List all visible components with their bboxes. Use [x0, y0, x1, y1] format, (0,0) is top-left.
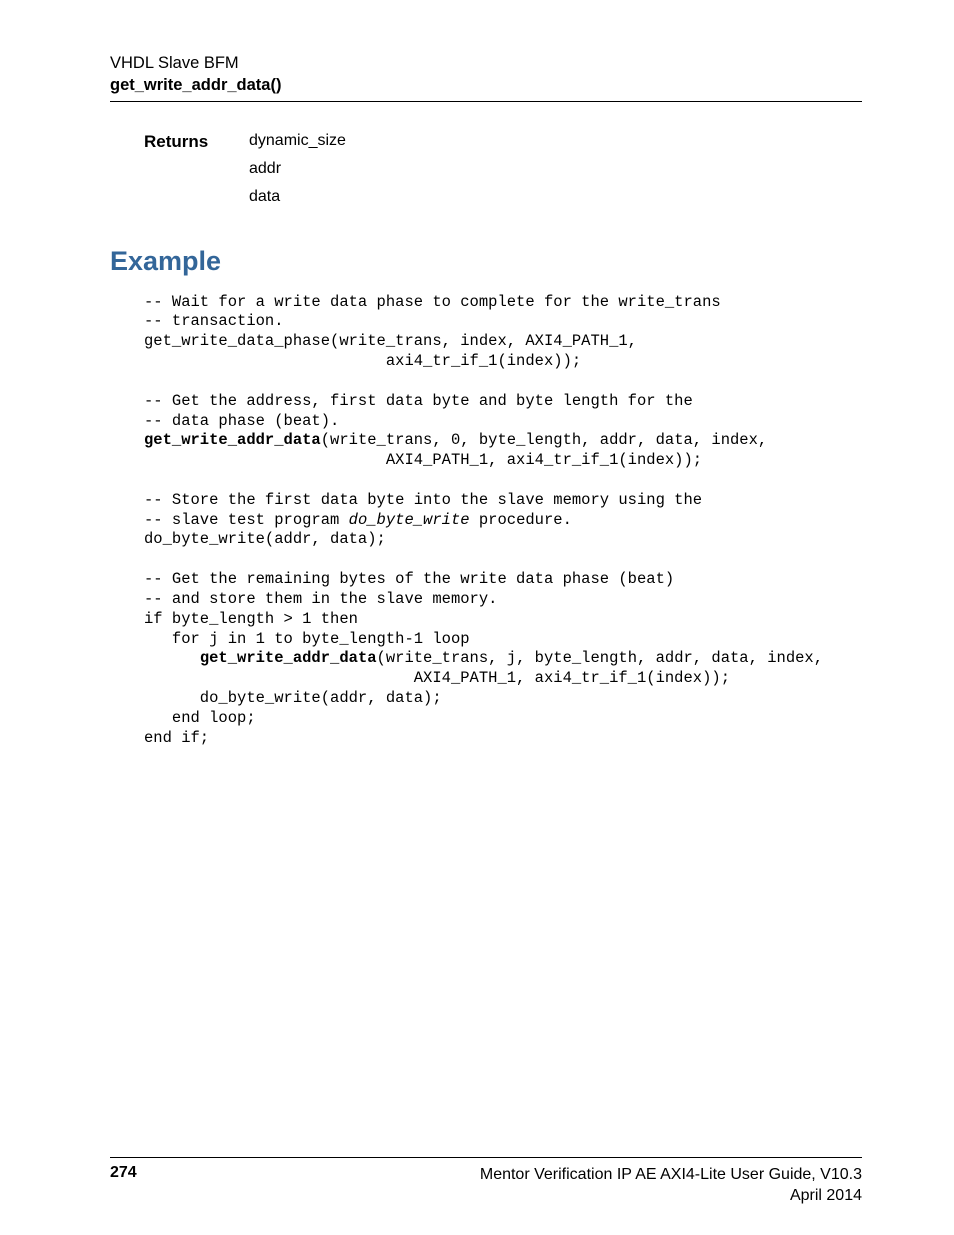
footer-right: Mentor Verification IP AE AXI4-Lite User… [480, 1164, 862, 1207]
code-line: end loop; [144, 709, 862, 729]
footer-guide-title: Mentor Verification IP AE AXI4-Lite User… [480, 1164, 862, 1186]
returns-label: Returns [144, 132, 249, 216]
code-line: AXI4_PATH_1, axi4_tr_if_1(index)); [144, 451, 862, 471]
code-line: get_write_data_phase(write_trans, index,… [144, 332, 862, 352]
page-container: VHDL Slave BFM get_write_addr_data() Ret… [0, 0, 954, 1235]
code-line [144, 550, 862, 570]
code-line: if byte_length > 1 then [144, 610, 862, 630]
code-line: end if; [144, 729, 862, 749]
page-header: VHDL Slave BFM get_write_addr_data() [110, 52, 862, 97]
header-rule [110, 101, 862, 102]
header-line1: VHDL Slave BFM [110, 52, 862, 74]
code-line: do_byte_write(addr, data); [144, 530, 862, 550]
returns-values: dynamic_size addr data [249, 132, 346, 216]
code-line: -- Get the remaining bytes of the write … [144, 570, 862, 590]
code-line: -- and store them in the slave memory. [144, 590, 862, 610]
page-footer: 274 Mentor Verification IP AE AXI4-Lite … [110, 1157, 862, 1207]
code-line [144, 471, 862, 491]
code-line: -- Get the address, first data byte and … [144, 392, 862, 412]
code-line: -- transaction. [144, 312, 862, 332]
code-line: get_write_addr_data(write_trans, 0, byte… [144, 431, 862, 451]
code-line: AXI4_PATH_1, axi4_tr_if_1(index)); [144, 669, 862, 689]
return-value: addr [249, 160, 346, 178]
code-block: -- Wait for a write data phase to comple… [144, 293, 862, 749]
code-line: -- Store the first data byte into the sl… [144, 491, 862, 511]
returns-section: Returns dynamic_size addr data [144, 132, 862, 216]
code-line: axi4_tr_if_1(index)); [144, 352, 862, 372]
code-line: get_write_addr_data(write_trans, j, byte… [144, 649, 862, 669]
code-line: -- data phase (beat). [144, 412, 862, 432]
example-heading: Example [110, 246, 862, 277]
code-line: -- slave test program do_byte_write proc… [144, 511, 862, 531]
header-line2: get_write_addr_data() [110, 74, 862, 96]
return-value: data [249, 188, 346, 206]
return-value: dynamic_size [249, 132, 346, 150]
footer-date: April 2014 [480, 1185, 862, 1207]
code-line: for j in 1 to byte_length-1 loop [144, 630, 862, 650]
code-line [144, 372, 862, 392]
page-number: 274 [110, 1164, 137, 1207]
code-line: do_byte_write(addr, data); [144, 689, 862, 709]
code-line: -- Wait for a write data phase to comple… [144, 293, 862, 313]
footer-rule [110, 1157, 862, 1158]
